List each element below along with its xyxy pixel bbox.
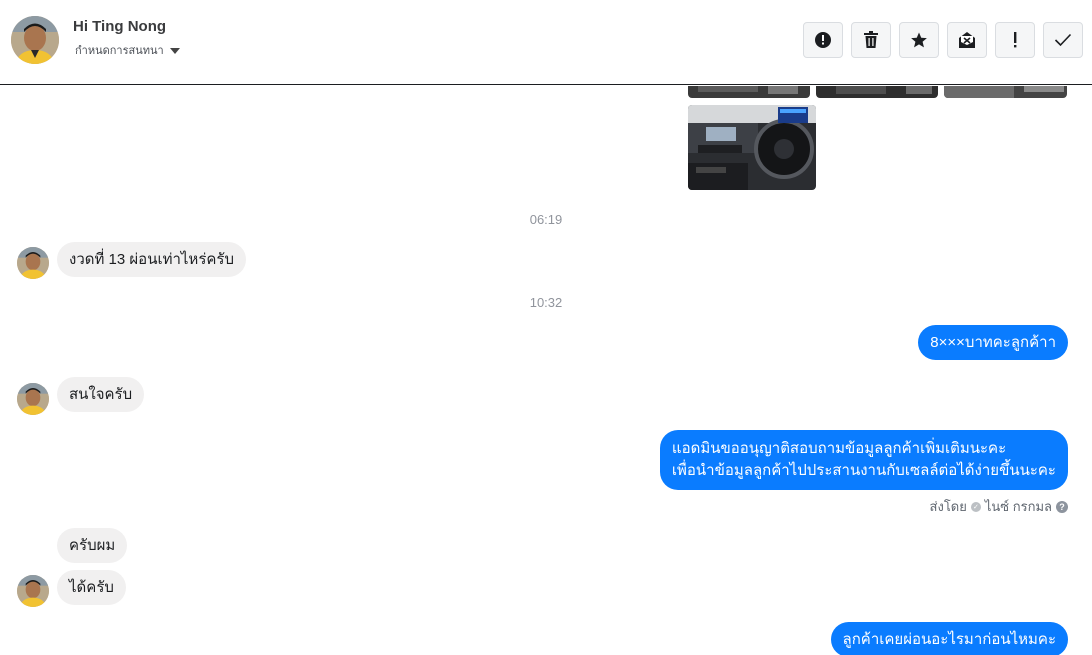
star-button[interactable] bbox=[899, 22, 939, 58]
message-outgoing[interactable]: ลูกค้าเคยผ่อนอะไรมาก่อนไหมคะ bbox=[830, 622, 1068, 655]
spam-button[interactable] bbox=[995, 22, 1035, 58]
star-icon bbox=[911, 32, 927, 48]
attached-photo[interactable] bbox=[944, 86, 1067, 98]
conversation-toolbar bbox=[803, 22, 1083, 58]
message-incoming[interactable]: งวดที่ 13 ผ่อนเท่าไหร่ครับ bbox=[57, 242, 246, 277]
contact-avatar-small[interactable] bbox=[17, 383, 49, 415]
sent-by-prefix: ส่งโดย bbox=[929, 499, 967, 514]
contact-name: Hi Ting Nong bbox=[73, 18, 167, 35]
check-icon bbox=[1054, 33, 1072, 47]
timestamp: 06:19 bbox=[529, 212, 563, 227]
sent-by-name[interactable]: ไนซ์ กรกมล bbox=[985, 496, 1052, 517]
message-incoming[interactable]: ครับผม bbox=[57, 528, 128, 563]
message-line: แอดมินขออนุญาติสอบถามข้อมูลลูกค้าเพิ่มเต… bbox=[671, 440, 1007, 457]
contact-avatar-small[interactable] bbox=[17, 247, 49, 279]
attached-photo-dashboard[interactable] bbox=[688, 105, 816, 190]
attached-photo[interactable] bbox=[816, 86, 938, 98]
message-outgoing-multiline[interactable]: แอดมินขออนุญาติสอบถามข้อมูลลูกค้าเพิ่มเต… bbox=[659, 430, 1068, 490]
timestamp: 10:32 bbox=[529, 295, 563, 310]
exclamation-icon bbox=[1014, 32, 1017, 48]
help-icon[interactable]: ? bbox=[1056, 500, 1068, 513]
conversation-label-dropdown[interactable]: กำหนดการสนทนา bbox=[75, 41, 180, 59]
conversation-header: Hi Ting Nong กำหนดการสนทนา bbox=[0, 0, 1092, 85]
message-thread[interactable]: 06:19 งวดที่ 13 ผ่อนเท่าไหร่ครับ 10:32 8… bbox=[0, 86, 1092, 655]
sent-by-label: ส่งโดย ✓ ไนซ์ กรกมล ? bbox=[930, 496, 1068, 517]
report-button[interactable] bbox=[803, 22, 843, 58]
message-line: เพื่อนำข้อมูลลูกค้าไปประสานงานกับเซลล์ต่… bbox=[671, 462, 1056, 479]
caret-down-icon bbox=[169, 47, 180, 54]
message-outgoing[interactable]: 8×××บาทคะลูกค้าา bbox=[918, 325, 1068, 360]
contact-avatar-small[interactable] bbox=[17, 575, 49, 607]
trash-icon bbox=[864, 31, 878, 48]
contact-avatar[interactable] bbox=[11, 16, 59, 64]
conversation-label-text: กำหนดการสนทนา bbox=[75, 44, 164, 57]
check-badge-icon: ✓ bbox=[970, 501, 981, 512]
message-incoming[interactable]: ได้ครับ bbox=[57, 570, 126, 605]
alert-circle-icon bbox=[815, 32, 831, 48]
message-incoming[interactable]: สนใจครับ bbox=[57, 377, 145, 412]
envelope-x-icon bbox=[959, 32, 975, 48]
attached-photo[interactable] bbox=[688, 86, 810, 98]
mark-unread-button[interactable] bbox=[947, 22, 987, 58]
delete-button[interactable] bbox=[851, 22, 891, 58]
done-button[interactable] bbox=[1043, 22, 1083, 58]
